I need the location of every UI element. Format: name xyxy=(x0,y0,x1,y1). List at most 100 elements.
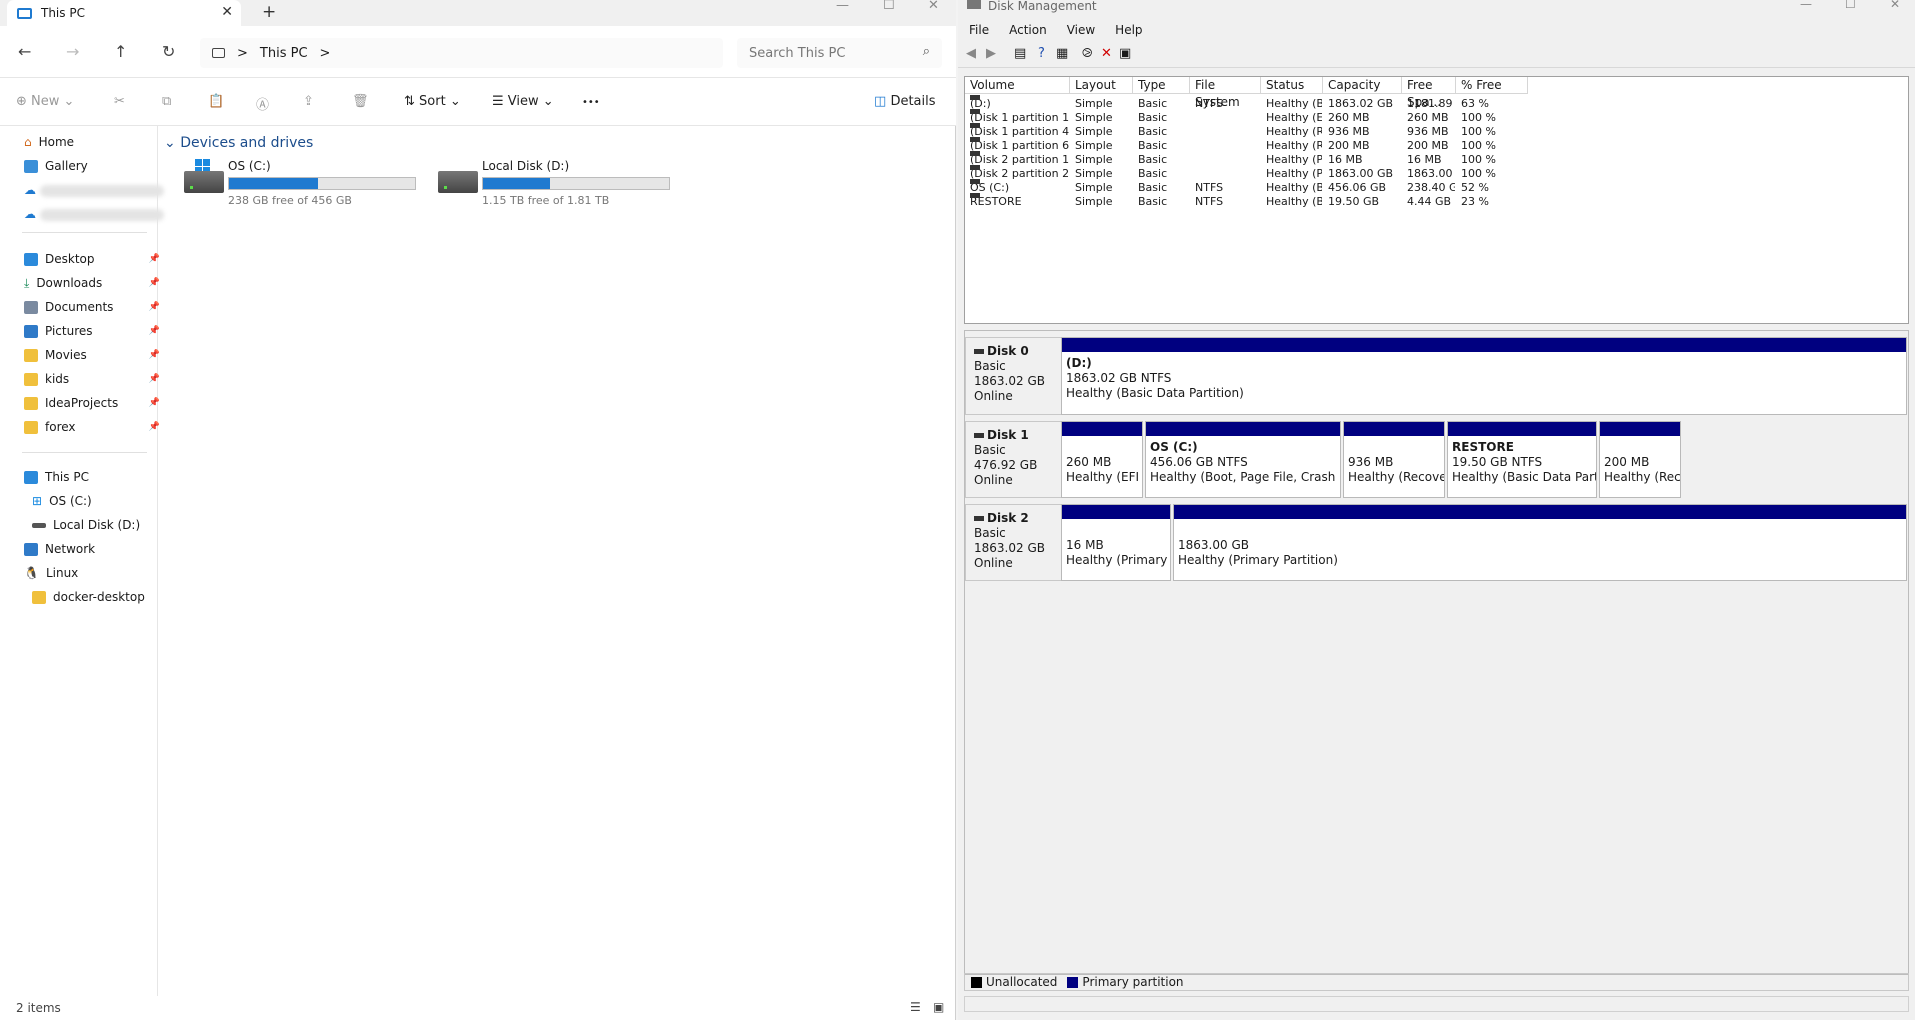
disk-size: 1863.02 GB xyxy=(974,541,1045,555)
minimize-icon[interactable]: — xyxy=(1800,0,1812,10)
delete-icon[interactable]: ✕ xyxy=(1101,46,1112,61)
column-header[interactable]: Volume xyxy=(965,77,1070,94)
sidebar-item-local-disk-d[interactable]: Local Disk (D:) xyxy=(32,514,160,536)
details-button[interactable]: ◫ Details xyxy=(874,94,936,109)
column-header[interactable]: Status xyxy=(1261,77,1323,94)
status-bar xyxy=(964,996,1909,1012)
new-button[interactable]: ⊕ New ⌄ xyxy=(16,94,74,109)
console-tree-icon[interactable]: ▤ xyxy=(1014,46,1026,61)
pin-icon[interactable]: 📌 xyxy=(149,302,160,312)
gallery-icon xyxy=(24,159,38,173)
drive-tile-os-c[interactable]: OS (C:) 238 GB free of 456 GB xyxy=(176,159,416,209)
more-options-button[interactable]: ••• xyxy=(582,97,600,108)
sidebar-item-ideaprojects[interactable]: IdeaProjects 📌 xyxy=(24,392,160,414)
pin-icon[interactable]: 📌 xyxy=(149,398,160,408)
minimize-icon[interactable]: — xyxy=(836,0,849,13)
close-tab-icon[interactable]: ✕ xyxy=(221,4,233,20)
partition-block[interactable]: OS (C:) 456.06 GB NTFS Healthy (Boot, Page… xyxy=(1145,421,1341,498)
pin-icon[interactable]: 📌 xyxy=(149,374,160,384)
column-header[interactable]: Type xyxy=(1133,77,1190,94)
settings-icon[interactable]: ▣ xyxy=(1119,46,1131,61)
pin-icon[interactable]: 📌 xyxy=(149,422,160,432)
view-button[interactable]: ☰ View ⌄ xyxy=(492,94,554,109)
pin-icon[interactable]: 📌 xyxy=(149,278,160,288)
primary-partition-bar xyxy=(1344,422,1444,436)
sidebar-item-downloads[interactable]: ⤓ Downloads 📌 xyxy=(24,272,160,294)
menu-file[interactable]: File xyxy=(969,23,989,37)
sidebar-item-os-c[interactable]: ⊞ OS (C:) xyxy=(32,490,160,512)
partition-block[interactable]: 1863.00 GB Healthy (Primary Partition) xyxy=(1173,504,1907,581)
legend-primary: Primary partition xyxy=(1082,975,1184,989)
column-header[interactable]: Capacity xyxy=(1323,77,1402,94)
sidebar-item-network[interactable]: Network xyxy=(24,538,152,560)
table-row[interactable]: RESTORE Simple Basic NTFS Healthy (B... 19.50… xyxy=(965,193,1910,210)
partition-block[interactable]: (D:) 1863.02 GB NTFS Healthy (Basic Data P… xyxy=(1061,337,1907,415)
breadcrumb-this-pc[interactable]: This PC xyxy=(260,46,308,61)
address-box[interactable]: > This PC > xyxy=(200,38,723,68)
paste-icon[interactable]: 📋 xyxy=(208,94,224,109)
table-cell: 19.50 GB xyxy=(1328,195,1380,208)
drive-tile-local-disk-d[interactable]: Local Disk (D:) 1.15 TB free of 1.81 TB xyxy=(430,159,670,209)
search-icon[interactable]: ⌕ xyxy=(923,44,930,59)
search-input[interactable]: Search This PC ⌕ xyxy=(737,38,942,68)
help-icon[interactable]: ? xyxy=(1038,46,1045,61)
partition-block[interactable]: 16 MBHealthy (Primary Partit xyxy=(1061,504,1171,581)
partition-block[interactable]: 200 MBHealthy (Recove xyxy=(1599,421,1681,498)
column-header[interactable]: Layout xyxy=(1070,77,1133,94)
partition-size: 19.50 GB NTFS xyxy=(1452,455,1543,469)
column-header[interactable]: Free Spa... xyxy=(1402,77,1456,109)
rename-icon[interactable]: Ⓐ xyxy=(256,94,269,113)
breadcrumb-separator[interactable]: > xyxy=(320,46,331,61)
pin-icon[interactable]: 📌 xyxy=(149,254,160,264)
disk-label[interactable]: Disk 2 Basic 1863.02 GB Online xyxy=(965,504,1067,581)
partition-block[interactable]: RESTORE 19.50 GB NTFS Healthy (Basic Data … xyxy=(1447,421,1597,498)
partition-block[interactable]: 260 MBHealthy (EFI Syst xyxy=(1061,421,1143,498)
column-header[interactable]: File System xyxy=(1190,77,1261,109)
up-arrow-icon[interactable]: ↑ xyxy=(114,42,127,61)
delete-icon[interactable]: 🗑 xyxy=(352,94,369,109)
sidebar-item-kids[interactable]: kids 📌 xyxy=(24,368,160,390)
sidebar-item-home[interactable]: ⌂ Home xyxy=(24,131,152,153)
back-arrow-icon[interactable]: ◀ xyxy=(966,46,976,61)
partition-block[interactable]: 936 MBHealthy (Recovery Pa xyxy=(1343,421,1445,498)
sidebar-item-gallery[interactable]: Gallery xyxy=(24,155,152,177)
menu-action[interactable]: Action xyxy=(1009,23,1047,37)
sidebar-item-docker-desktop[interactable]: docker-desktop xyxy=(32,586,160,608)
group-header-devices[interactable]: ⌄ Devices and drives xyxy=(164,135,313,151)
forward-arrow-icon[interactable]: → xyxy=(66,42,79,61)
refresh-icon[interactable]: ↻ xyxy=(162,42,175,61)
copy-icon[interactable]: ⧉ xyxy=(162,94,171,109)
maximize-icon[interactable]: ☐ xyxy=(1845,0,1856,10)
connect-icon[interactable]: ⧁ xyxy=(1082,46,1092,61)
back-arrow-icon[interactable]: ← xyxy=(18,42,31,61)
forward-arrow-icon[interactable]: ▶ xyxy=(986,46,996,61)
tab-this-pc[interactable]: This PC ✕ xyxy=(7,0,241,26)
details-view-icon[interactable]: ☰ xyxy=(910,1000,921,1014)
disk-label[interactable]: Disk 1 Basic 476.92 GB Online xyxy=(965,421,1067,498)
sort-button[interactable]: ⇅ Sort ⌄ xyxy=(404,94,461,109)
disk-type: Basic xyxy=(974,443,1006,457)
close-window-icon[interactable]: ✕ xyxy=(928,0,939,13)
tiles-view-icon[interactable]: ▣ xyxy=(933,1000,944,1014)
sidebar-item-this-pc[interactable]: This PC xyxy=(24,466,152,488)
sidebar-item-pictures[interactable]: Pictures 📌 xyxy=(24,320,160,342)
sidebar-item-movies[interactable]: Movies 📌 xyxy=(24,344,160,366)
sidebar-item-linux[interactable]: 🐧 Linux xyxy=(24,562,152,584)
close-window-icon[interactable]: ✕ xyxy=(1890,0,1900,10)
menu-view[interactable]: View xyxy=(1067,23,1095,37)
pin-icon[interactable]: 📌 xyxy=(149,326,160,336)
folder-icon xyxy=(32,590,46,604)
pin-icon[interactable]: 📌 xyxy=(149,350,160,360)
sidebar-item-forex[interactable]: forex 📌 xyxy=(24,416,160,438)
sidebar-item-desktop[interactable]: Desktop 📌 xyxy=(24,248,160,270)
share-icon[interactable]: ⇪ xyxy=(303,94,314,109)
cut-icon[interactable]: ✂ xyxy=(114,94,125,109)
disk-label[interactable]: Disk 0 Basic 1863.02 GB Online xyxy=(965,337,1067,415)
maximize-icon[interactable]: ☐ xyxy=(883,0,895,13)
menu-help[interactable]: Help xyxy=(1115,23,1142,37)
sidebar-item-documents[interactable]: Documents 📌 xyxy=(24,296,160,318)
column-header[interactable]: % Free xyxy=(1456,77,1528,94)
properties-icon[interactable]: ▦ xyxy=(1056,46,1068,61)
new-tab-button[interactable]: + xyxy=(262,2,276,22)
partition-status: Healthy (Recove xyxy=(1604,470,1681,484)
